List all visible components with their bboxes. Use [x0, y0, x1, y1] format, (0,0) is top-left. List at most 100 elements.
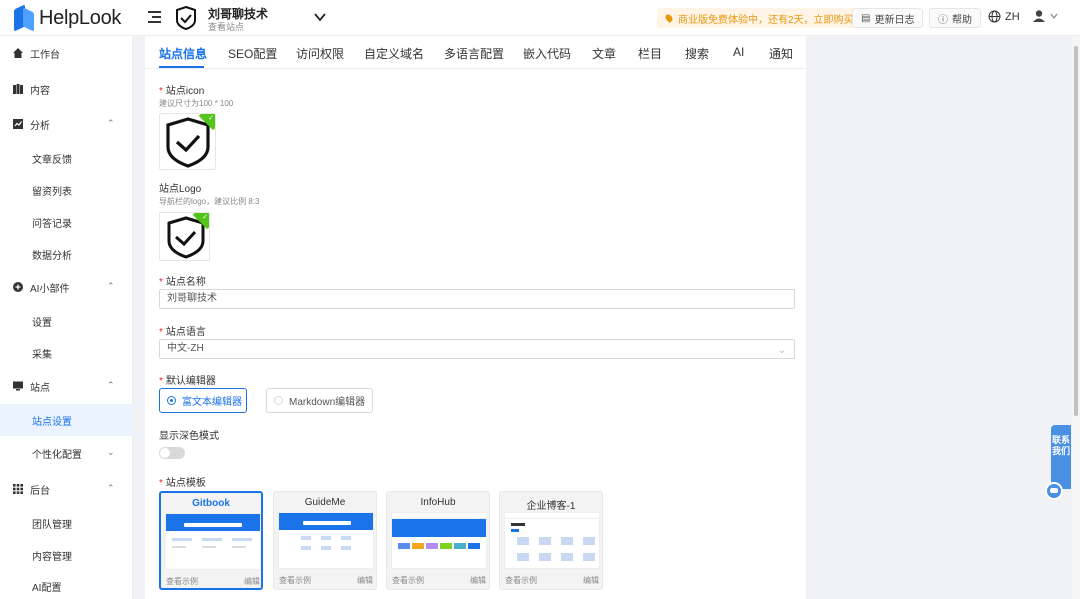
sidebar-item-label: 内容	[30, 85, 50, 97]
template-edit-link[interactable]: 编辑	[583, 575, 599, 586]
sidebar-item-workbench[interactable]: 工作台	[0, 38, 133, 68]
monitor-icon	[13, 381, 23, 391]
sidebar-item-label: 问答记录	[32, 218, 72, 230]
dark-mode-label: 显示深色模式	[159, 431, 219, 442]
sidebar-item-admin[interactable]: 后台 ⌃	[0, 474, 133, 504]
template-card-gitbook[interactable]: Gitbook 查看示例 编辑	[159, 491, 263, 590]
chevron-down-icon: ⌄	[777, 345, 786, 356]
tab-columns[interactable]: 栏目	[638, 45, 662, 62]
sidebar-item-ai-settings[interactable]: 设置	[0, 306, 133, 336]
site-language-label: * 站点语言	[159, 327, 206, 338]
help-button[interactable]: ⓘ 帮助	[929, 8, 981, 28]
site-name-label: * 站点名称	[159, 277, 206, 288]
template-footer: 查看示例 编辑	[505, 575, 599, 586]
sidebar-item-site-settings[interactable]: 站点设置	[0, 404, 133, 436]
changelog-label: 更新日志	[874, 14, 915, 26]
template-name: 企业博客-1	[526, 501, 576, 512]
sidebar-item-qa-records[interactable]: 问答记录	[0, 207, 133, 237]
markdown-editor-label: Markdown编辑器	[289, 397, 366, 408]
template-edit-link[interactable]: 编辑	[244, 576, 260, 587]
logo-mark-icon	[14, 4, 34, 32]
page-scrollbar[interactable]	[1072, 36, 1080, 599]
site-template-label: * 站点模板	[159, 478, 206, 489]
site-icon-label: * 站点icon	[159, 86, 205, 97]
language-switcher[interactable]: ZH	[988, 10, 1020, 23]
template-card-enterprise-blog[interactable]: 企业博客-1 查看示例 编辑	[499, 491, 603, 590]
tab-custom-domain[interactable]: 自定义域名	[364, 45, 424, 62]
template-preview-link[interactable]: 查看示例	[279, 576, 311, 585]
tab-ai[interactable]: AI	[733, 45, 744, 59]
site-name-input[interactable]: 刘哥聊技术	[159, 289, 795, 309]
menu-toggle-icon[interactable]	[148, 11, 161, 24]
sidebar-item-label: 后台	[30, 485, 50, 497]
sidebar-item-collect[interactable]: 采集	[0, 338, 133, 368]
sidebar-item-label: AI小部件	[30, 283, 70, 295]
sidebar-item-label: AI配置	[32, 582, 62, 594]
template-preview-link[interactable]: 查看示例	[166, 577, 198, 586]
site-icon-uploader[interactable]: ✓	[159, 113, 216, 170]
template-preview-link[interactable]: 查看示例	[392, 576, 424, 585]
tab-access[interactable]: 访问权限	[296, 45, 344, 62]
sidebar-item-label: 分析	[30, 120, 50, 132]
sidebar-item-data-analysis[interactable]: 数据分析	[0, 239, 133, 269]
promo-banner[interactable]: 商业版免费体验中，还有2天，立即购买	[657, 8, 863, 28]
template-name: Gitbook	[192, 498, 230, 509]
user-menu[interactable]	[1032, 9, 1059, 23]
location-pin-icon	[664, 13, 674, 23]
sidebar-item-team[interactable]: 团队管理	[0, 508, 133, 538]
home-icon	[13, 48, 23, 58]
template-edit-link[interactable]: 编辑	[357, 575, 373, 586]
chevron-up-icon: ⌃	[107, 483, 115, 493]
sidebar-item-ai-widget[interactable]: AI小部件 ⌃	[0, 272, 133, 302]
tab-articles[interactable]: 文章	[592, 45, 616, 62]
sidebar-item-analytics[interactable]: 分析 ⌃	[0, 109, 133, 139]
sidebar-item-content-management[interactable]: 内容管理	[0, 540, 133, 570]
template-card-infohub[interactable]: InfoHub 查看示例 编辑	[386, 491, 490, 590]
template-card-guideme[interactable]: GuideMe 查看示例 编辑	[273, 491, 377, 590]
template-thumbnail	[165, 513, 261, 570]
sidebar-item-ai-config[interactable]: AI配置	[0, 571, 133, 599]
template-edit-link[interactable]: 编辑	[470, 575, 486, 586]
help-circle-icon: ⓘ	[938, 14, 948, 26]
radio-unchecked-icon	[274, 396, 283, 405]
template-preview-link[interactable]: 查看示例	[505, 576, 537, 585]
markdown-editor-option[interactable]: Markdown编辑器	[266, 388, 373, 413]
tab-embed-code[interactable]: 嵌入代码	[523, 45, 571, 62]
tab-notifications[interactable]: 通知	[769, 45, 793, 62]
site-language-value: 中文-ZH	[167, 343, 204, 354]
document-icon: ▤	[861, 12, 871, 24]
sidebar-item-personalization[interactable]: 个性化配置 ⌄	[0, 438, 133, 468]
help-label: 帮助	[952, 14, 972, 26]
template-thumbnail	[391, 512, 487, 569]
sidebar-item-site[interactable]: 站点 ⌃	[0, 371, 133, 401]
chevron-up-icon: ⌃	[107, 380, 115, 390]
site-icon-hint: 建议尺寸为100 * 100	[159, 99, 234, 108]
contact-us-button[interactable]: 联系我们	[1051, 425, 1071, 489]
sidebar-item-label: 设置	[32, 317, 52, 329]
main-panel: 站点信息 SEO配置 访问权限 自定义域名 多语言配置 嵌入代码 文章 栏目 搜…	[145, 36, 806, 599]
tab-search[interactable]: 搜索	[685, 45, 709, 62]
sidebar-item-content[interactable]: 内容	[0, 74, 133, 104]
changelog-button[interactable]: ▤ 更新日志	[852, 8, 924, 28]
sidebar-item-label: 团队管理	[32, 519, 72, 531]
chevron-down-icon: ⌄	[107, 447, 115, 457]
check-icon: ✓	[208, 115, 214, 122]
grid-icon	[13, 484, 23, 494]
tab-site-info[interactable]: 站点信息	[159, 45, 207, 62]
dark-mode-toggle[interactable]	[159, 447, 185, 459]
rich-text-editor-option[interactable]: 富文本编辑器	[159, 388, 247, 413]
tab-seo[interactable]: SEO配置	[228, 45, 277, 62]
plus-circle-icon	[13, 282, 23, 292]
template-footer: 查看示例 编辑	[392, 575, 486, 586]
site-logo-uploader[interactable]: ✓	[159, 212, 210, 261]
site-language-select[interactable]: 中文-ZH ⌄	[159, 339, 795, 359]
tab-multilang[interactable]: 多语言配置	[444, 45, 504, 62]
chat-icon[interactable]	[1045, 482, 1063, 500]
template-name: GuideMe	[304, 497, 346, 508]
sidebar-item-article-feedback[interactable]: 文章反馈	[0, 143, 133, 173]
sidebar-item-leads[interactable]: 留资列表	[0, 175, 133, 205]
promo-text: 商业版免费体验中，还有2天，立即购买	[678, 14, 854, 26]
chevron-down-icon[interactable]	[313, 10, 327, 24]
helplook-logo[interactable]: HelpLook	[14, 4, 121, 32]
view-site-link[interactable]: 查看站点	[208, 20, 244, 33]
